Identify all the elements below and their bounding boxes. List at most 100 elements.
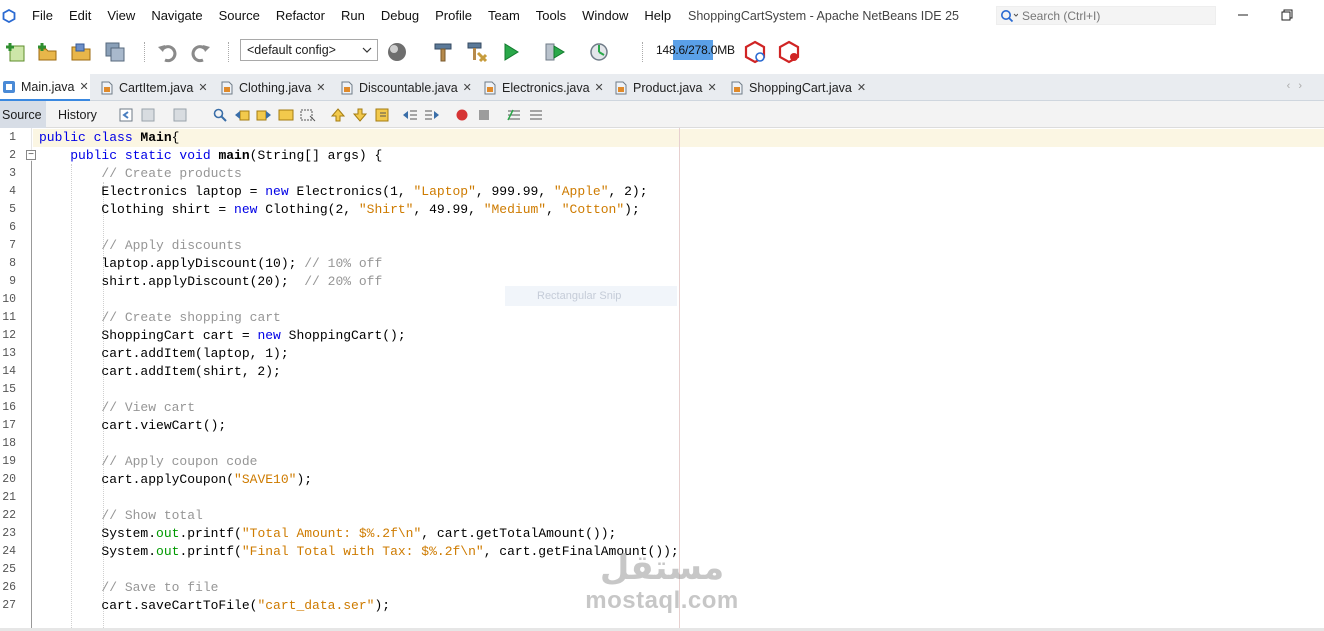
code-line[interactable]: // Save to file bbox=[39, 579, 218, 597]
tab-clothing-java[interactable]: Clothing.java ✕ bbox=[220, 74, 325, 101]
browser-button[interactable] bbox=[386, 39, 412, 65]
menu-window[interactable]: Window bbox=[574, 0, 636, 32]
code-line[interactable]: public class Main{ bbox=[39, 129, 179, 147]
tab-discountable-java[interactable]: Discountable.java ✕ bbox=[340, 74, 472, 101]
toggle-bookmark-icon[interactable] bbox=[374, 107, 390, 123]
chevron-down-icon bbox=[362, 47, 372, 53]
close-tab-icon[interactable]: ✕ bbox=[707, 81, 716, 94]
close-tab-icon[interactable]: ✕ bbox=[857, 81, 866, 94]
undo-button[interactable] bbox=[154, 39, 180, 65]
memory-meter[interactable]: 148.6/278.0MB bbox=[655, 40, 736, 60]
code-line[interactable]: Clothing shirt = new Clothing(2, "Shirt"… bbox=[39, 201, 639, 219]
comment-icon[interactable] bbox=[506, 107, 522, 123]
start-macro-icon[interactable] bbox=[454, 107, 470, 123]
new-project-button[interactable] bbox=[34, 39, 60, 65]
menu-edit[interactable]: Edit bbox=[61, 0, 99, 32]
source-view-button[interactable]: Source bbox=[0, 101, 46, 128]
tab-shoppingcart-java[interactable]: ShoppingCart.java ✕ bbox=[730, 74, 866, 101]
clean-build-button[interactable] bbox=[464, 39, 490, 65]
close-tab-icon[interactable]: ✕ bbox=[80, 80, 89, 93]
build-button[interactable] bbox=[430, 39, 456, 65]
profile-button[interactable] bbox=[588, 39, 614, 65]
config-select[interactable]: <default config> bbox=[240, 39, 378, 61]
menu-tools[interactable]: Tools bbox=[528, 0, 574, 32]
new-file-button[interactable] bbox=[2, 39, 28, 65]
code-token: // Create products bbox=[101, 166, 242, 181]
last-edit-icon[interactable] bbox=[118, 107, 134, 123]
menu-view[interactable]: View bbox=[99, 0, 143, 32]
menu-debug[interactable]: Debug bbox=[373, 0, 427, 32]
close-tab-icon[interactable]: ✕ bbox=[463, 81, 472, 94]
line-number: 19 bbox=[2, 455, 16, 468]
menu-file[interactable]: File bbox=[24, 0, 61, 32]
code-token: // 10% off bbox=[304, 256, 383, 271]
toggle-highlight-icon[interactable] bbox=[300, 107, 316, 123]
code-line[interactable]: ShoppingCart cart = new ShoppingCart(); bbox=[39, 327, 405, 345]
code-line[interactable]: // Create shopping cart bbox=[39, 309, 280, 327]
uncomment-icon[interactable] bbox=[528, 107, 544, 123]
next-bookmark-icon[interactable] bbox=[352, 107, 368, 123]
code-line[interactable]: // Apply discounts bbox=[39, 237, 241, 255]
stop-macro-icon[interactable] bbox=[476, 107, 492, 123]
run-icon bbox=[504, 43, 519, 61]
code-line[interactable]: cart.saveCartToFile("cart_data.ser"); bbox=[39, 597, 390, 615]
tab-scroll-arrows[interactable]: ‹› bbox=[1287, 80, 1310, 92]
menu-help[interactable]: Help bbox=[636, 0, 679, 32]
menu-navigate[interactable]: Navigate bbox=[143, 0, 210, 32]
open-project-button[interactable] bbox=[68, 39, 94, 65]
code-token: cart.applyCoupon( bbox=[39, 472, 235, 487]
minimize-button[interactable] bbox=[1220, 0, 1266, 30]
profiler-snapshot-button[interactable] bbox=[776, 39, 802, 65]
code-line[interactable]: laptop.applyDiscount(10); // 10% off bbox=[39, 255, 382, 273]
close-tab-icon[interactable]: ✕ bbox=[595, 81, 604, 94]
code-line[interactable]: cart.addItem(shirt, 2); bbox=[39, 363, 280, 381]
shift-left-icon[interactable] bbox=[402, 107, 418, 123]
close-tab-icon[interactable]: ✕ bbox=[316, 81, 325, 94]
fold-collapse-icon[interactable]: − bbox=[26, 150, 36, 160]
code-line[interactable]: cart.addItem(laptop, 1); bbox=[39, 345, 288, 363]
code-line[interactable]: // View cart bbox=[39, 399, 195, 417]
search-input[interactable] bbox=[1022, 8, 1202, 23]
find-icon[interactable] bbox=[212, 107, 228, 123]
gc-button[interactable] bbox=[742, 39, 768, 65]
menu-team[interactable]: Team bbox=[480, 0, 528, 32]
menu-run[interactable]: Run bbox=[333, 0, 373, 32]
menu-refactor[interactable]: Refactor bbox=[268, 0, 333, 32]
code-token: new bbox=[265, 184, 289, 199]
code-line[interactable]: // Apply coupon code bbox=[39, 453, 257, 471]
code-line[interactable]: // Show total bbox=[39, 507, 202, 525]
tab-electronics-java[interactable]: Electronics.java ✕ bbox=[483, 74, 604, 101]
menu-profile[interactable]: Profile bbox=[427, 0, 480, 32]
previous-bookmark-icon[interactable] bbox=[330, 107, 346, 123]
code-line[interactable]: // Create products bbox=[39, 165, 242, 183]
shift-right-icon[interactable] bbox=[424, 107, 440, 123]
run-button[interactable] bbox=[500, 39, 526, 65]
code-token: (String[] args) { bbox=[249, 148, 383, 163]
history-view-button[interactable]: History bbox=[58, 101, 97, 128]
maximize-button[interactable] bbox=[1264, 0, 1310, 30]
find-next-icon[interactable] bbox=[256, 107, 272, 123]
tab-main-java[interactable]: Main.java ✕ bbox=[0, 74, 90, 101]
line-number: 10 bbox=[2, 293, 16, 306]
code-line[interactable]: System.out.printf("Total Amount: $%.2f\n… bbox=[39, 525, 616, 543]
search-box[interactable] bbox=[996, 6, 1216, 25]
code-line[interactable]: cart.viewCart(); bbox=[39, 417, 226, 435]
close-tab-icon[interactable]: ✕ bbox=[198, 81, 207, 94]
tab-product-java[interactable]: Product.java ✕ bbox=[614, 74, 717, 101]
redo-button[interactable] bbox=[188, 39, 214, 65]
debug-button[interactable] bbox=[544, 39, 570, 65]
forward-icon[interactable] bbox=[172, 107, 188, 123]
code-line[interactable]: Electronics laptop = new Electronics(1, … bbox=[39, 183, 647, 201]
save-all-button[interactable] bbox=[102, 39, 128, 65]
back-icon[interactable] bbox=[140, 107, 156, 123]
tab-cartitem-java[interactable]: CartItem.java ✕ bbox=[100, 74, 208, 101]
line-number: 5 bbox=[9, 203, 16, 216]
code-line[interactable]: shirt.applyDiscount(20); // 20% off bbox=[39, 273, 382, 291]
code-line[interactable]: public static void main(String[] args) { bbox=[39, 147, 382, 165]
code-token: , bbox=[546, 202, 562, 217]
code-line[interactable]: cart.applyCoupon("SAVE10"); bbox=[39, 471, 312, 489]
find-previous-icon[interactable] bbox=[234, 107, 250, 123]
code-token: { bbox=[171, 130, 180, 145]
menu-source[interactable]: Source bbox=[211, 0, 268, 32]
find-selection-icon[interactable] bbox=[278, 107, 294, 123]
